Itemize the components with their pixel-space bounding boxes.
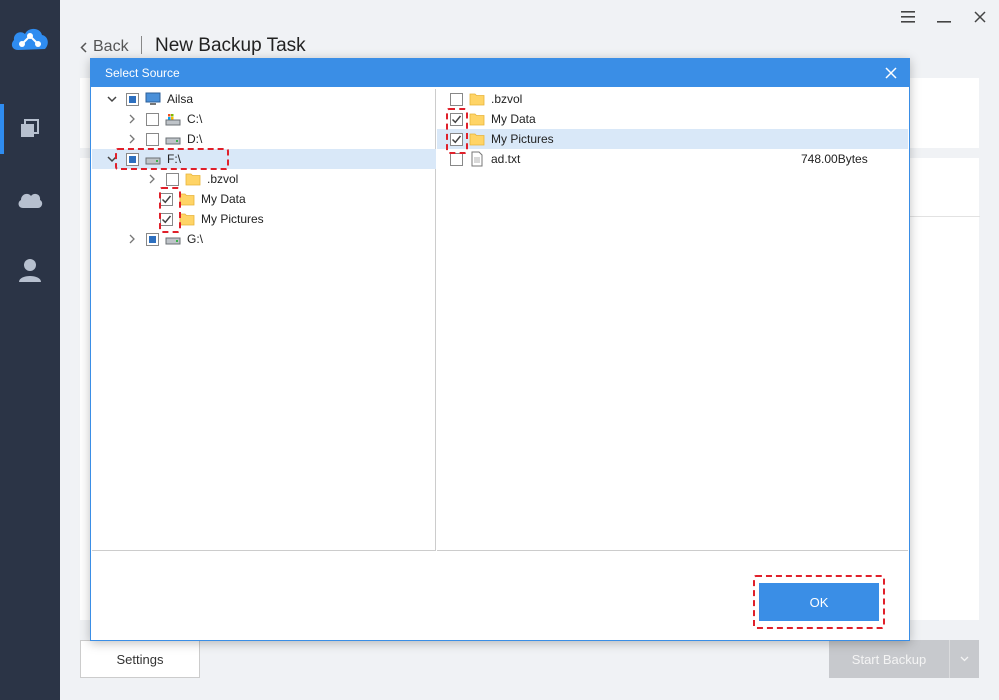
folder-icon: [179, 211, 195, 227]
checkbox-unchecked[interactable]: [450, 92, 463, 106]
checkbox-checked[interactable]: [450, 112, 463, 126]
tree-node[interactable]: G:\: [92, 229, 436, 249]
checkbox-unchecked[interactable]: [166, 172, 179, 186]
chevron-left-icon: [80, 41, 87, 53]
backup-tasks-icon: [21, 119, 39, 137]
app-sidebar: [0, 0, 60, 700]
file-size: 748.00Bytes: [801, 152, 868, 166]
chevron-down-icon: [960, 656, 969, 662]
close-icon: [974, 11, 986, 23]
ok-button[interactable]: OK: [759, 583, 879, 621]
list-item[interactable]: My Data: [437, 109, 908, 129]
tree-node[interactable]: D:\: [92, 129, 436, 149]
tree-node[interactable]: Ailsa: [92, 89, 436, 109]
checkbox-partial[interactable]: [126, 152, 139, 166]
list-item-label: ad.txt: [491, 152, 521, 166]
tree-node[interactable]: My Data: [92, 189, 436, 209]
nav-backup-button[interactable]: [0, 104, 60, 154]
expander-collapsed-icon[interactable]: [126, 229, 138, 249]
folder-icon: [185, 171, 201, 187]
title-divider: [141, 36, 142, 54]
folder-icon: [469, 111, 485, 127]
menu-icon: [901, 11, 915, 23]
list-item-label: My Pictures: [491, 132, 554, 146]
user-icon: [19, 259, 41, 282]
back-button[interactable]: Back: [80, 38, 129, 56]
dialog-body: Ailsa C:\ D:\ F:\ .bzvol My Data My Pictures G:…: [91, 87, 909, 553]
drive-icon: [145, 151, 161, 167]
drive-icon: [165, 131, 181, 147]
start-backup-label: Start Backup: [851, 651, 927, 667]
system-drive-icon: [165, 111, 181, 127]
dialog-header: Select Source: [91, 59, 909, 87]
tree-node-label: My Pictures: [201, 212, 264, 226]
expander-collapsed-icon[interactable]: [126, 109, 138, 129]
checkbox-unchecked[interactable]: [450, 152, 463, 166]
checkbox-partial[interactable]: [146, 232, 159, 246]
close-icon: [885, 67, 897, 79]
tree-node[interactable]: F:\: [92, 149, 436, 169]
window-controls: [897, 6, 991, 28]
folder-icon: [469, 131, 485, 147]
tree-node[interactable]: C:\: [92, 109, 436, 129]
expander-collapsed-icon[interactable]: [126, 129, 138, 149]
checkbox-checked[interactable]: [160, 212, 173, 226]
text-file-icon: [469, 151, 485, 167]
settings-button[interactable]: Settings: [80, 640, 200, 678]
nav-cloud-button[interactable]: [0, 175, 60, 225]
expander-expanded-icon[interactable]: [106, 149, 118, 169]
tree-node-label: .bzvol: [207, 172, 239, 186]
minimize-icon: [937, 21, 951, 23]
checkbox-unchecked[interactable]: [146, 132, 159, 146]
minimize-button[interactable]: [933, 6, 955, 28]
expander-collapsed-icon[interactable]: [146, 169, 158, 189]
expander-expanded-icon[interactable]: [106, 89, 118, 109]
tree-node-label: Ailsa: [167, 92, 194, 106]
checkbox-unchecked[interactable]: [146, 112, 159, 126]
dialog-close-button[interactable]: [881, 63, 901, 83]
page-title: New Backup Task: [155, 35, 306, 56]
tree-node-label: C:\: [187, 112, 203, 126]
tree-node-label: My Data: [201, 192, 246, 206]
dialog-title: Select Source: [105, 66, 180, 80]
checkbox-checked[interactable]: [160, 192, 173, 206]
tree-node[interactable]: My Pictures: [92, 209, 436, 229]
tree-node[interactable]: .bzvol: [92, 169, 436, 189]
select-source-dialog: Select Source Ailsa C:\ D:\ F:\ .bzvol My Dat…: [90, 58, 910, 641]
list-item[interactable]: ad.txt 748.00Bytes: [437, 149, 908, 169]
nav-account-button[interactable]: [0, 245, 60, 295]
folder-tree: Ailsa C:\ D:\ F:\ .bzvol My Data My Pictures G:…: [92, 89, 436, 551]
list-item[interactable]: My Pictures: [437, 129, 908, 149]
drive-icon: [165, 231, 181, 247]
list-item[interactable]: .bzvol: [437, 89, 908, 109]
tree-node-label: D:\: [187, 132, 203, 146]
checkbox-checked[interactable]: [450, 132, 463, 146]
close-window-button[interactable]: [969, 6, 991, 28]
menu-button[interactable]: [897, 6, 919, 28]
folder-icon: [179, 191, 195, 207]
start-backup-button[interactable]: Start Backup: [829, 640, 979, 678]
app-logo-icon: [10, 24, 50, 54]
computer-icon: [145, 91, 161, 107]
file-list: .bzvol My Data My Pictures ad.txt 748.00Byte…: [437, 89, 908, 551]
list-item-label: My Data: [491, 112, 536, 126]
tree-node-label: G:\: [187, 232, 204, 246]
start-backup-dropdown[interactable]: [949, 640, 979, 678]
list-item-label: .bzvol: [491, 92, 523, 106]
checkbox-partial[interactable]: [126, 92, 139, 106]
cloud-icon: [18, 193, 43, 208]
tree-node-label: F:\: [167, 152, 181, 166]
back-label: Back: [93, 38, 129, 55]
folder-icon: [469, 91, 485, 107]
